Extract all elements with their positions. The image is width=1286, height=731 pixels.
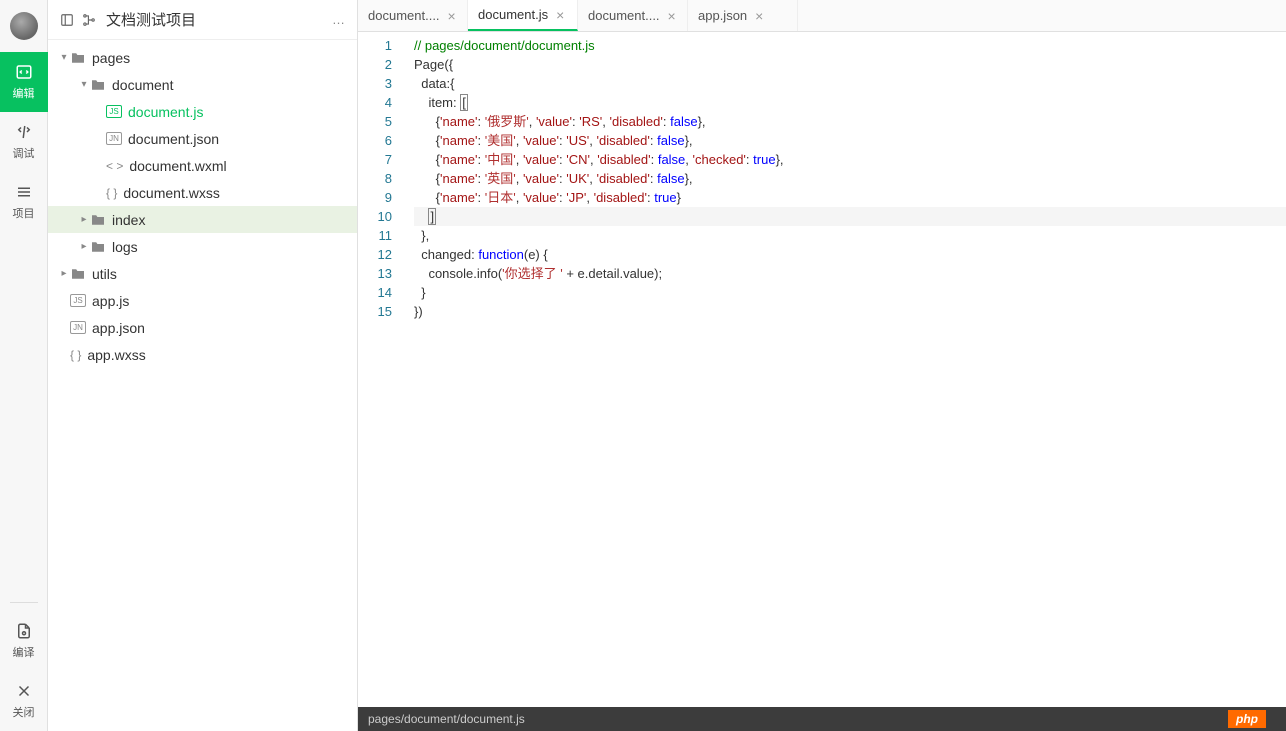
wxss-file-icon: { } [106,186,117,200]
file-explorer: 文档测试项目 … ▾ pages ▾ document JS document.… [48,0,358,731]
tree-file-app-wxss[interactable]: { } app.wxss [48,341,357,368]
menu-icon [15,183,33,201]
chevron-right-icon: ▸ [78,241,90,252]
tree-folder-index[interactable]: ▸ index [48,206,357,233]
tree-folder-pages[interactable]: ▾ pages [48,44,357,71]
project-title: 文档测试项目 [100,9,328,30]
chevron-down-icon: ▾ [78,79,90,90]
tab-close-icon[interactable]: × [668,9,676,23]
nav-close[interactable]: 关闭 [0,671,48,731]
tree-label: logs [112,239,138,255]
status-bar: pages/document/document.js php [358,707,1286,731]
tab-app-json[interactable]: app.json × [688,0,798,31]
panel-icon[interactable] [56,9,78,31]
nav-debug[interactable]: 调试 [0,112,48,172]
wxml-file-icon: < > [106,159,123,173]
editor-pane: document.... × document.js × document...… [358,0,1286,731]
tree-label: document [112,77,173,93]
file-tree: ▾ pages ▾ document JS document.js JN doc… [48,40,357,731]
json-file-icon: JN [70,321,86,334]
folder-icon [70,268,86,280]
folder-icon [90,214,106,226]
tree-file-document-js[interactable]: JS document.js [48,98,357,125]
json-file-icon: JN [106,132,122,145]
nav-close-label: 关闭 [13,704,35,720]
tree-file-document-json[interactable]: JN document.json [48,125,357,152]
wxss-file-icon: { } [70,348,81,362]
tab-document-3[interactable]: document.... × [578,0,688,31]
tree-folder-utils[interactable]: ▸ utils [48,260,357,287]
tree-icon[interactable] [78,9,100,31]
chevron-down-icon: ▾ [58,52,70,63]
tab-label: document.... [588,8,660,23]
tree-label: app.json [92,320,145,336]
close-icon [15,682,33,700]
editor-tabs: document.... × document.js × document...… [358,0,1286,32]
chevron-right-icon: ▸ [58,268,70,279]
folder-icon [90,79,106,91]
js-file-icon: JS [70,294,86,307]
debug-icon [15,123,33,141]
js-file-icon: JS [106,105,122,118]
tab-close-icon[interactable]: × [755,9,763,23]
tab-close-icon[interactable]: × [556,8,564,22]
tab-label: app.json [698,8,747,23]
tab-document-js[interactable]: document.js × [468,0,578,31]
left-nav-bar: 编辑 调试 项目 编译 关闭 [0,0,48,731]
avatar[interactable] [10,12,38,40]
folder-icon [90,241,106,253]
status-path: pages/document/document.js [368,712,525,726]
nav-project-label: 项目 [13,205,35,221]
compile-icon [15,622,33,640]
chevron-right-icon: ▸ [78,214,90,225]
tree-label: utils [92,266,117,282]
tree-label: document.wxss [123,185,219,201]
sidebar-header: 文档测试项目 … [48,0,357,40]
nav-edit-label: 编辑 [13,85,35,101]
nav-project[interactable]: 项目 [0,172,48,232]
tree-folder-document[interactable]: ▾ document [48,71,357,98]
tree-label: document.js [128,104,203,120]
nav-debug-label: 调试 [13,145,35,161]
tree-file-app-js[interactable]: JS app.js [48,287,357,314]
line-gutter: 123456789101112131415 [358,32,404,707]
php-badge: php [1228,710,1266,728]
code-content[interactable]: // pages/document/document.jsPage({ data… [404,32,1286,707]
folder-icon [70,52,86,64]
nav-compile[interactable]: 编译 [0,611,48,671]
nav-compile-label: 编译 [13,644,35,660]
tree-file-app-json[interactable]: JN app.json [48,314,357,341]
tree-label: app.js [92,293,129,309]
tree-label: pages [92,50,130,66]
tree-label: document.json [128,131,219,147]
tree-file-document-wxss[interactable]: { } document.wxss [48,179,357,206]
tab-label: document.js [478,7,548,22]
tree-label: index [112,212,145,228]
tab-close-icon[interactable]: × [448,9,456,23]
tree-folder-logs[interactable]: ▸ logs [48,233,357,260]
tree-label: document.wxml [129,158,226,174]
tree-file-document-wxml[interactable]: < > document.wxml [48,152,357,179]
nav-edit[interactable]: 编辑 [0,52,48,112]
code-editor[interactable]: 123456789101112131415 // pages/document/… [358,32,1286,707]
tree-label: app.wxss [87,347,145,363]
more-button[interactable]: … [328,12,349,27]
tab-document-1[interactable]: document.... × [358,0,468,31]
tab-label: document.... [368,8,440,23]
code-icon [15,63,33,81]
